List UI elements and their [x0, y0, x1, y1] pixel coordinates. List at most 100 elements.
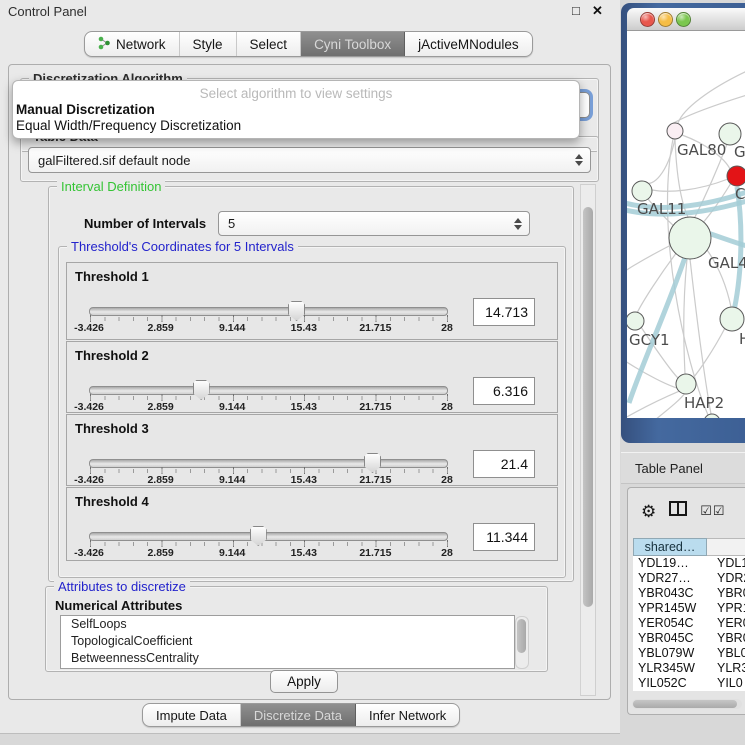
- table-header-row: shared… na: [633, 538, 745, 556]
- group-title: Attributes to discretize: [54, 579, 190, 594]
- threshold-label: Threshold 1: [75, 269, 149, 284]
- table-row[interactable]: YDL19…YDL1: [633, 556, 745, 571]
- tick-label: 28: [441, 474, 453, 486]
- network-node-gal11[interactable]: [632, 181, 652, 201]
- cell-shared-name: YBR045C: [633, 631, 707, 646]
- tick-label: 28: [441, 547, 453, 559]
- tab-cyni-toolbox[interactable]: Cyni Toolbox: [301, 32, 405, 56]
- tick-label: 2.859: [147, 474, 173, 486]
- number-of-intervals-combobox[interactable]: 5: [218, 211, 530, 236]
- attribute-item[interactable]: BetweennessCentrality: [61, 650, 514, 667]
- tick-label: 28: [441, 322, 453, 334]
- tick-label: 15.43: [291, 474, 317, 486]
- tab-label: Style: [193, 37, 223, 52]
- algorithm-option[interactable]: Equal Width/Frequency Discretization: [16, 118, 241, 133]
- threshold-box: Threshold 2 -3.4262.8599.14415.4321.7152…: [66, 341, 558, 413]
- algorithm-option[interactable]: Manual Discretization: [16, 102, 155, 117]
- cell-shared-name: YDL19…: [633, 556, 707, 571]
- network-node-ga[interactable]: [719, 123, 741, 145]
- table-panel-window: ⚙ ☑☑ shared… na YDL19…YDL1YDR27…YDR2YBR0…: [627, 487, 745, 715]
- bottom-tab-impute-data[interactable]: Impute Data: [143, 704, 241, 726]
- minimize-traffic-light-icon[interactable]: [658, 12, 673, 27]
- slider-tick-labels: -3.4262.8599.14415.4321.71528: [89, 322, 447, 334]
- tab-label: Discretize Data: [254, 708, 342, 723]
- node-table[interactable]: shared… na YDL19…YDL1YDR27…YDR2YBR043CYB…: [633, 538, 745, 691]
- combo-arrows-icon: [571, 154, 587, 166]
- table-row[interactable]: YBL079WYBL0: [633, 646, 745, 661]
- network-canvas[interactable]: GAL80GACGAL11GAL4GCY1HHAP2: [627, 31, 745, 418]
- group-title: Interval Definition: [57, 179, 165, 194]
- tab-style[interactable]: Style: [180, 32, 237, 56]
- network-node-hap2[interactable]: [676, 374, 696, 394]
- column-header-shared-name[interactable]: shared…: [633, 538, 707, 556]
- checkbox-icons[interactable]: ☑☑: [700, 503, 725, 519]
- slider-minor-ticks: [90, 469, 448, 473]
- panel-scrollbar[interactable]: [580, 184, 596, 696]
- table-data-combobox[interactable]: galFiltered.sif default node: [28, 147, 591, 173]
- network-node-gal4[interactable]: [669, 217, 711, 259]
- tab-label: Infer Network: [369, 708, 446, 723]
- threshold-value-field[interactable]: 21.4: [473, 450, 535, 478]
- numerical-attributes-list[interactable]: SelfLoopsTopologicalCoefficientBetweenne…: [60, 615, 515, 669]
- tab-label: jActiveMNodules: [418, 37, 519, 52]
- network-node-gcy1[interactable]: [627, 312, 644, 330]
- tab-network[interactable]: Network: [85, 32, 180, 56]
- network-node-gal80[interactable]: [667, 123, 683, 139]
- slider-minor-ticks: [90, 542, 448, 546]
- zoom-traffic-light-icon[interactable]: [676, 12, 691, 27]
- cell-name: YBR0: [707, 586, 745, 601]
- table-row[interactable]: YER054CYER0: [633, 616, 745, 631]
- tick-label: 9.144: [219, 401, 245, 413]
- cell-shared-name: YBL079W: [633, 646, 707, 661]
- spinner-arrows-icon: [510, 218, 526, 230]
- algorithm-placeholder: Select algorithm to view settings: [13, 86, 579, 101]
- threshold-value-field[interactable]: 11.344: [473, 523, 535, 551]
- close-traffic-light-icon[interactable]: [640, 12, 655, 27]
- tick-label: -3.426: [74, 547, 104, 559]
- tab-select[interactable]: Select: [237, 32, 302, 56]
- table-row[interactable]: YBR043CYBR0: [633, 586, 745, 601]
- apply-button[interactable]: Apply: [270, 670, 338, 693]
- tab-jactivemnodules[interactable]: jActiveMNodules: [405, 32, 532, 56]
- node-label: GAL80: [677, 141, 726, 159]
- threshold-box: Threshold 1 -3.4262.8599.14415.4321.7152…: [66, 262, 558, 340]
- threshold-value-field[interactable]: 6.316: [473, 377, 535, 405]
- slider-tick-labels: -3.4262.8599.14415.4321.71528: [89, 474, 447, 486]
- tick-label: 21.715: [359, 322, 391, 334]
- bottom-tabs: Impute Data Discretize Data Infer Network: [142, 703, 460, 727]
- network-window-titlebar: [627, 8, 745, 31]
- float-window-icon[interactable]: □: [572, 3, 580, 18]
- tick-label: 21.715: [359, 401, 391, 413]
- slider-minor-ticks: [90, 396, 448, 400]
- number-of-intervals-label: Number of Intervals: [84, 216, 206, 231]
- columns-icon[interactable]: [669, 501, 687, 521]
- control-panel-window: Control Panel □ ✕ NetworkStyleSelectCyni…: [0, 0, 621, 734]
- main-tabs: Network Style SelectCyni Toolbox jActiveMNo…: [84, 31, 533, 57]
- threshold-value-field[interactable]: 14.713: [473, 298, 535, 326]
- network-node-h[interactable]: [720, 307, 744, 331]
- tab-label: Impute Data: [156, 708, 227, 723]
- table-row[interactable]: YLR345WYLR3: [633, 661, 745, 676]
- network-node[interactable]: [704, 414, 720, 418]
- table-horizontal-scrollbar[interactable]: [632, 699, 742, 709]
- bottom-tab-discretize-data[interactable]: Discretize Data: [241, 704, 356, 726]
- gear-icon[interactable]: ⚙: [641, 503, 656, 520]
- table-row[interactable]: YIL052CYIL0: [633, 676, 745, 691]
- table-panel-title: Table Panel: [635, 461, 703, 476]
- tick-label: 9.144: [219, 322, 245, 334]
- bottom-tab-infer-network[interactable]: Infer Network: [356, 704, 459, 726]
- table-row[interactable]: YPR145WYPR1: [633, 601, 745, 616]
- attribute-item[interactable]: SelfLoops: [61, 616, 514, 633]
- cell-name: YIL0: [707, 676, 745, 691]
- table-panel-titlebar: Table Panel: [621, 452, 745, 484]
- node-label: H: [739, 330, 745, 348]
- attributes-scrollbar[interactable]: [515, 616, 529, 669]
- close-window-icon[interactable]: ✕: [592, 3, 603, 19]
- node-label: HAP2: [684, 394, 724, 412]
- attribute-item[interactable]: TopologicalCoefficient: [61, 633, 514, 650]
- column-header-name[interactable]: na: [707, 538, 745, 556]
- table-row[interactable]: YDR27…YDR2: [633, 571, 745, 586]
- network-node-c[interactable]: [727, 166, 745, 186]
- table-row[interactable]: YBR045CYBR0: [633, 631, 745, 646]
- threshold-box: Threshold 3 -3.4262.8599.14415.4321.7152…: [66, 414, 558, 486]
